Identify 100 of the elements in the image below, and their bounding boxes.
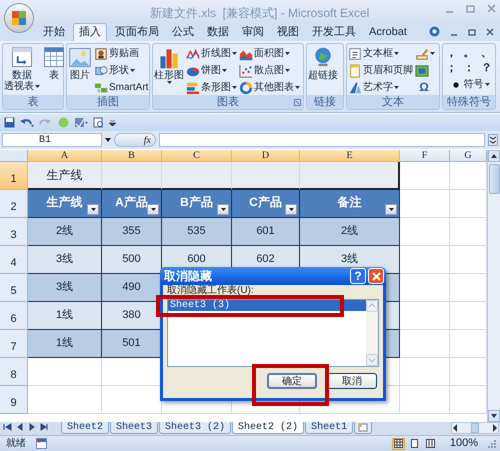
ribbon-button[interactable]: 剪贴画	[94, 46, 148, 61]
row-header[interactable]: 4	[0, 246, 28, 274]
filter-button[interactable]	[217, 204, 229, 215]
grid-cell[interactable]	[400, 386, 450, 414]
close-icon[interactable]	[486, 28, 494, 36]
grid-cell[interactable]	[450, 162, 487, 190]
view-button[interactable]	[424, 438, 437, 450]
column-header[interactable]: D	[232, 150, 300, 162]
scroll-left-icon[interactable]	[452, 424, 458, 432]
column-header[interactable]: C	[162, 150, 232, 162]
row-header[interactable]: 1	[0, 162, 28, 190]
grid-cell[interactable]	[28, 386, 102, 414]
zoom-level[interactable]: 100%	[450, 435, 478, 451]
scroll-thumb[interactable]	[471, 423, 479, 433]
grid-cell[interactable]	[400, 330, 450, 358]
name-box[interactable]: B1	[2, 133, 102, 147]
scroll-right-icon[interactable]	[492, 424, 498, 432]
row-header[interactable]: 5	[0, 274, 28, 302]
ribbon-tab[interactable]: 公式	[167, 23, 199, 41]
maximize-icon[interactable]	[466, 4, 475, 13]
next-sheet-icon[interactable]	[27, 422, 37, 432]
ribbon-button[interactable]: 数据 透视表	[4, 46, 40, 92]
ribbon-button[interactable]: 图片	[68, 46, 92, 81]
ribbon-button[interactable]: 散点图	[239, 63, 300, 78]
ribbon-button[interactable]: 符号	[448, 77, 490, 92]
spell-check-icon[interactable]	[74, 117, 88, 128]
filter-button[interactable]	[87, 204, 99, 215]
dialog-launcher-icon[interactable]	[294, 99, 301, 106]
grid-cell[interactable]	[28, 358, 102, 386]
ribbon-button[interactable]: 形状	[94, 63, 148, 78]
grid-cell[interactable]	[400, 274, 450, 302]
insert-sheet-button[interactable]	[354, 422, 372, 434]
ribbon-tab[interactable]: 开发工具	[307, 23, 361, 41]
filter-button[interactable]	[385, 204, 397, 215]
macro-record-icon[interactable]	[36, 438, 47, 449]
ribbon-tab[interactable]: 视图	[272, 23, 304, 41]
grid-cell[interactable]	[400, 162, 450, 190]
resize-grip-icon[interactable]	[487, 439, 496, 448]
help-button[interactable]: ?	[350, 268, 366, 284]
customize-toolbar-icon[interactable]	[109, 120, 116, 126]
caret-icon[interactable]	[105, 138, 111, 142]
sheet-tab[interactable]: Sheet2	[61, 422, 110, 434]
grid-cell[interactable]	[450, 190, 487, 218]
grid-cell[interactable]	[450, 274, 487, 302]
help-icon[interactable]	[429, 26, 440, 37]
ribbon-tab[interactable]: 开始	[38, 23, 70, 41]
ribbon-button[interactable]: SmartArt	[94, 80, 148, 95]
ribbon-button[interactable]: 折线图	[186, 46, 237, 61]
sheet-list[interactable]: Sheet3 (3)	[167, 299, 379, 367]
symbol-button[interactable]: ，	[444, 46, 460, 60]
column-header[interactable]: A	[28, 150, 102, 162]
undo-icon[interactable]	[20, 117, 34, 128]
ribbon-button[interactable]: 超链接	[308, 46, 338, 81]
ribbon-button[interactable]: 面积图	[239, 46, 300, 61]
grid-cell[interactable]	[450, 302, 487, 330]
grid-cell[interactable]	[400, 358, 450, 386]
close-icon[interactable]	[487, 4, 496, 13]
ribbon-button[interactable]: 其他图表	[239, 80, 300, 95]
filter-button[interactable]	[147, 204, 159, 215]
formula-input-field[interactable]	[159, 133, 485, 147]
close-button[interactable]	[368, 268, 384, 284]
ribbon-tab[interactable]: 页面布局	[110, 23, 164, 41]
ribbon-button[interactable]: 页眉和页脚	[348, 63, 413, 78]
scroll-down-icon[interactable]	[488, 410, 500, 422]
ribbon-tab[interactable]: Acrobat	[364, 23, 412, 41]
row-header[interactable]: 2	[0, 190, 28, 218]
list-item[interactable]: Sheet3 (3)	[168, 300, 366, 311]
ribbon-button[interactable]: 表	[42, 46, 66, 81]
list-scrollbar[interactable]	[366, 300, 378, 366]
vertical-scrollbar[interactable]	[487, 150, 500, 422]
save-icon[interactable]	[4, 117, 15, 128]
row-header[interactable]: 6	[0, 302, 28, 330]
symbol-button[interactable]: ：	[461, 61, 477, 75]
grid-cell[interactable]	[450, 386, 487, 414]
ribbon-button[interactable]: 柱形图	[154, 46, 184, 84]
symbol-button[interactable]: 、	[478, 46, 494, 60]
grid-cell[interactable]	[400, 218, 450, 246]
row-header[interactable]: 7	[0, 330, 28, 358]
dialog-button[interactable]: 取消	[327, 373, 377, 389]
ribbon-button[interactable]: 文本框	[348, 46, 413, 61]
grid-cell[interactable]	[450, 358, 487, 386]
scroll-thumb[interactable]	[488, 164, 500, 194]
ribbon-button[interactable]: 条形图	[186, 80, 237, 95]
sheet-tab[interactable]: Sheet3 (2)	[159, 422, 232, 434]
symbol-button[interactable]: ？	[478, 61, 494, 75]
row-header[interactable]: 9	[0, 386, 28, 414]
symbol-button[interactable]: ；	[444, 61, 460, 75]
sheet-tab[interactable]: Sheet3	[110, 422, 158, 434]
column-header[interactable]: B	[102, 150, 162, 162]
symbol-button[interactable]: 。	[461, 46, 477, 60]
ribbon-tab[interactable]: 数据	[202, 23, 234, 41]
dialog-button[interactable]: 确定	[267, 373, 317, 389]
grid-cell[interactable]	[450, 218, 487, 246]
view-button[interactable]	[392, 438, 405, 450]
restore-icon[interactable]	[468, 28, 476, 36]
column-header[interactable]: E	[300, 150, 400, 162]
grid-cell[interactable]	[400, 302, 450, 330]
print-preview-icon[interactable]	[93, 117, 104, 128]
last-sheet-icon[interactable]	[39, 422, 49, 432]
ribbon-button[interactable]	[415, 46, 435, 61]
